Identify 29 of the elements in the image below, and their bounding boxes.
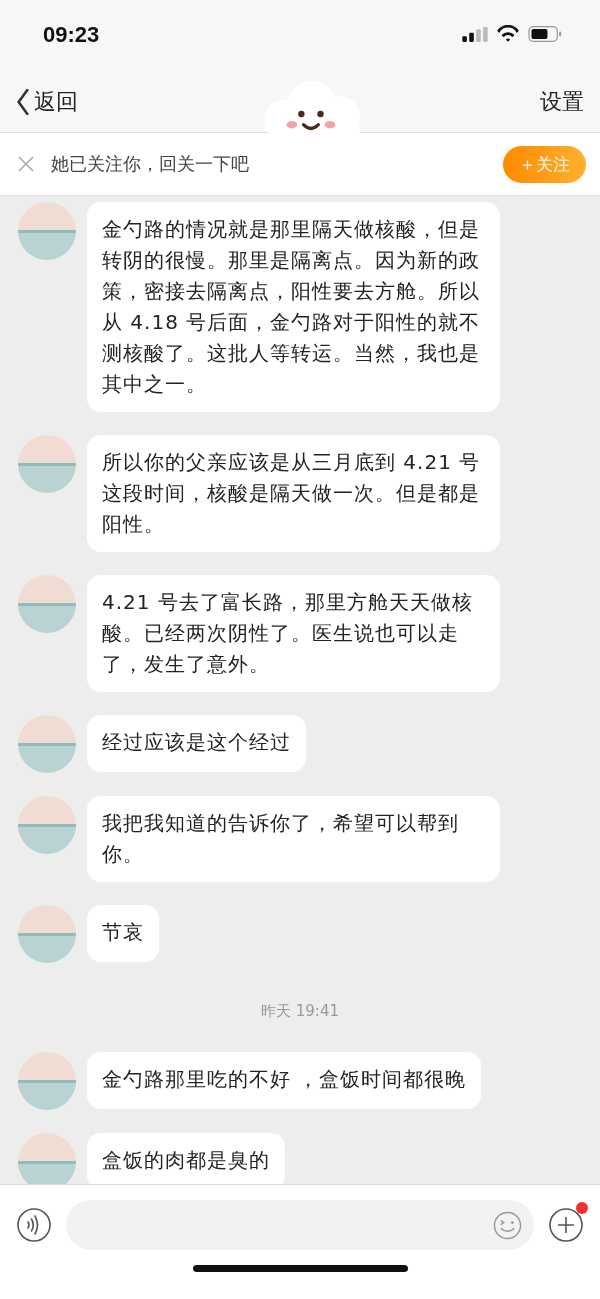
timestamp: 昨天 19:41 [261,1002,339,1021]
battery-icon [528,26,562,42]
settings-button[interactable]: 设置 [540,87,584,117]
message-input[interactable] [66,1200,534,1250]
chevron-left-icon [16,89,30,115]
close-icon[interactable] [18,156,34,172]
message-bubble: 所以你的父亲应该是从三月底到 4.21 号这段时间，核酸是隔天做一次。但是都是阳性。 [87,435,500,552]
message-bubble: 4.21 号去了富长路，那里方舱天天做核酸。已经两次阴性了。医生说也可以走了，发生了意外。 [87,575,500,692]
follow-hint: 她已关注你，回关一下吧 [51,152,250,176]
voice-icon[interactable] [17,1208,51,1242]
message-bubble: 金勺路的情况就是那里隔天做核酸，但是转阴的很慢。那里是隔离点。因为新的政策，密接去隔离点，阳性要去方舱。所以从 4.18 号后面，金勺路对于阳性的就不测核酸了。这批人等转运。当然，我也是其中之一。 [87,202,500,412]
avatar [18,796,76,854]
message-bubble: 我把我知道的告诉你了，希望可以帮到你。 [87,796,500,882]
add-button[interactable] [549,1208,583,1242]
avatar [18,575,76,633]
message-bubble: 节哀 [87,905,159,962]
avatar [18,1052,76,1110]
avatar [18,905,76,963]
avatar [18,715,76,773]
message-bubble: 经过应该是这个经过 [87,715,306,772]
smiley-icon[interactable] [493,1210,522,1240]
status-time: 09:23 [43,22,100,48]
signal-icon [462,26,488,42]
message-bubble: 盒饭的肉都是臭的 [87,1133,285,1184]
message-bubble: 金勺路那里吃的不好 ，盒饭时间都很晚 [87,1052,482,1109]
wifi-icon [496,25,520,43]
avatar [18,202,76,260]
avatar [18,435,76,493]
back-button[interactable]: 返回 [16,87,78,117]
